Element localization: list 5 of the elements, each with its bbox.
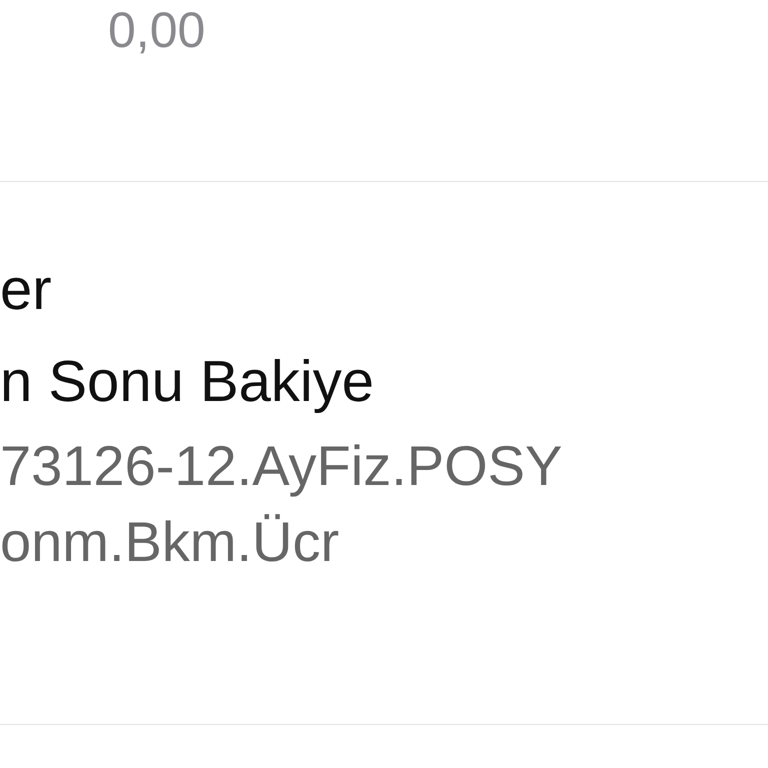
transaction-title: n Sonu Bakiye: [0, 348, 376, 416]
transaction-title: er: [0, 256, 53, 324]
transaction-detail: onm.Bkm.Ücr: [0, 509, 340, 575]
transaction-detail: 73126-12.AyFiz.POSY: [0, 433, 564, 499]
amount-text: 0,00: [108, 1, 206, 60]
